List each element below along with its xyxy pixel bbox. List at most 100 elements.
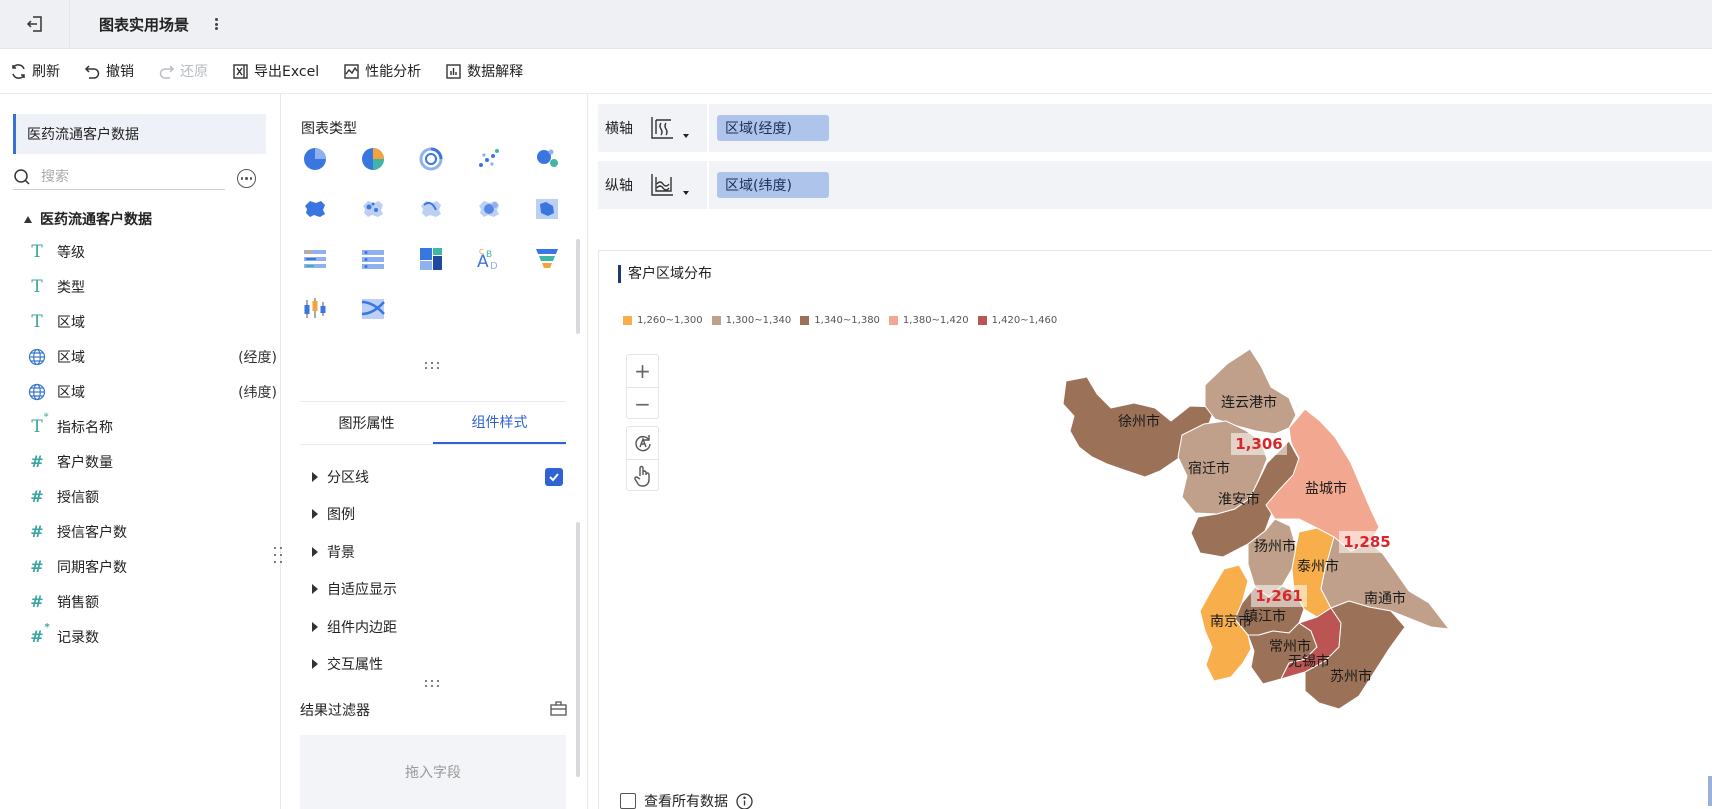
refresh-button[interactable]: 刷新 <box>10 61 60 81</box>
axis-continuous-icon <box>651 117 673 139</box>
multi-pie-chart-icon <box>362 148 384 170</box>
redo-button[interactable]: 还原 <box>158 61 208 81</box>
undo-label: 撤销 <box>106 64 134 80</box>
dataset-selector[interactable]: 医药流通客户数据 <box>13 114 266 154</box>
data-explain-button[interactable]: 数据解释 <box>445 61 523 81</box>
chart-type-bubble[interactable] <box>526 138 568 180</box>
chart-type-donut[interactable] <box>410 138 452 180</box>
chart-type-region-map[interactable] <box>294 188 336 230</box>
ranking-list-icon <box>304 250 326 268</box>
chart-type-treemap[interactable] <box>410 238 452 280</box>
undo-button[interactable]: 撤销 <box>84 61 134 81</box>
globe-icon <box>27 347 47 367</box>
jiangsu-map: 徐州市连云港市宿迁市淮安市盐城市扬州市泰州市南通市南京市镇江市常州市无锡市苏州市… <box>1062 348 1451 710</box>
partition-line-checkbox[interactable] <box>545 467 563 486</box>
y-axis-type-selector[interactable] <box>641 161 697 209</box>
chart-type-candlestick[interactable] <box>294 288 336 330</box>
split-resize-handle[interactable] <box>425 362 443 372</box>
field-item[interactable]: # 授信额 <box>27 479 267 514</box>
properties-scrollbar[interactable] <box>576 522 580 777</box>
chart-types-scrollbar[interactable] <box>576 239 580 334</box>
prop-legend[interactable]: 图例 <box>312 496 564 534</box>
field-item[interactable]: # 同期客户数 <box>27 549 267 584</box>
point-map-icon <box>363 201 383 217</box>
svg-text:C: C <box>479 248 484 256</box>
expand-icon <box>312 546 318 557</box>
result-filter-title: 结果过滤器 <box>300 703 370 719</box>
x-axis-field-pill[interactable]: 区域(经度) <box>717 115 829 141</box>
field-label: 客户数量 <box>57 454 113 471</box>
field-item[interactable]: # 销售额 <box>27 584 267 619</box>
number-calc-icon: # * <box>30 622 50 646</box>
city-label: 镇江市 <box>1244 608 1286 625</box>
filter-toolbox-icon[interactable] <box>550 701 567 720</box>
prop-partition-line[interactable]: 分区线 <box>312 458 564 496</box>
prop-background[interactable]: 背景 <box>312 533 564 571</box>
field-item[interactable]: T * 指标名称 <box>27 409 267 444</box>
chart-type-flow-map[interactable] <box>410 188 452 230</box>
chart-type-funnel[interactable] <box>526 238 568 280</box>
x-axis-type-selector[interactable] <box>641 104 697 152</box>
chart-resize-handle[interactable] <box>1708 776 1712 806</box>
excel-icon <box>233 63 248 79</box>
chart-type-kpi-list[interactable] <box>352 238 394 280</box>
more-options-icon[interactable] <box>237 169 256 188</box>
field-item[interactable]: # * 记录数 <box>27 619 267 654</box>
chart-type-ranking[interactable] <box>294 238 336 280</box>
tab-component-style[interactable]: 组件样式 <box>433 402 566 444</box>
chart-type-heat-map[interactable] <box>468 188 510 230</box>
dataset-panel: 医药流通客户数据 医药流通客户数据 T等级T类型T区域区域(经度)区域(纬度)T… <box>0 94 282 809</box>
treemap-icon <box>420 248 442 270</box>
svg-text:D: D <box>490 261 498 272</box>
chart-type-word-cloud[interactable]: ABDC <box>468 238 510 280</box>
chart-type-scatter[interactable] <box>468 138 510 180</box>
field-item[interactable]: T 区域 <box>27 304 267 339</box>
dropdown-arrow-icon <box>683 191 689 195</box>
prop-label: 交互属性 <box>327 657 383 674</box>
chart-type-sankey[interactable] <box>352 288 394 330</box>
prop-label: 图例 <box>327 507 355 524</box>
expand-icon <box>312 471 318 482</box>
chart-type-pie[interactable] <box>294 138 336 180</box>
filter-resize-handle[interactable] <box>425 680 443 690</box>
donut-chart-icon <box>419 147 443 171</box>
prop-component-padding[interactable]: 组件内边距 <box>312 608 564 646</box>
field-item[interactable]: # 客户数量 <box>27 444 267 479</box>
y-axis-label: 纵轴 <box>605 178 633 194</box>
field-label: 销售额 <box>57 594 99 611</box>
view-all-checkbox[interactable] <box>620 793 636 809</box>
field-label: 区域 <box>57 384 85 401</box>
number-icon: # <box>30 522 44 541</box>
chart-type-area-map[interactable] <box>526 188 568 230</box>
field-label: 区域 <box>57 349 85 366</box>
prop-adaptive-display[interactable]: 自适应显示 <box>312 571 564 609</box>
export-excel-button[interactable]: 导出Excel <box>232 61 319 81</box>
field-item[interactable]: 区域 (纬度) <box>27 374 277 409</box>
field-item[interactable]: T 等级 <box>27 234 267 269</box>
city-label: 宿迁市 <box>1188 460 1230 477</box>
x-axis-label: 横轴 <box>605 121 633 137</box>
info-icon[interactable] <box>736 792 753 809</box>
city-label: 淮安市 <box>1218 491 1260 508</box>
chart-type-multi-pie[interactable] <box>352 138 394 180</box>
performance-analysis-button[interactable]: 性能分析 <box>343 61 421 81</box>
prop-interaction[interactable]: 交互属性 <box>312 646 564 684</box>
prop-label: 分区线 <box>327 469 369 486</box>
redo-label: 还原 <box>180 64 208 80</box>
field-item[interactable]: # 授信客户数 <box>27 514 267 549</box>
text-calc-icon: T * <box>31 411 49 437</box>
tab-graphic-properties[interactable]: 图形属性 <box>300 402 433 444</box>
field-item[interactable]: 区域 (经度) <box>27 339 277 374</box>
field-label: 授信客户数 <box>57 524 127 541</box>
prop-label: 自适应显示 <box>327 582 397 599</box>
search-input[interactable] <box>41 169 211 185</box>
filter-drop-zone[interactable]: 拖入字段 <box>300 735 566 809</box>
exit-button[interactable] <box>0 0 70 49</box>
field-item[interactable]: T 类型 <box>27 269 267 304</box>
y-axis-field-pill[interactable]: 区域(纬度) <box>717 172 829 198</box>
more-menu-icon[interactable] <box>211 15 221 33</box>
number-icon: # <box>30 487 44 506</box>
map-region[interactable] <box>1204 348 1297 435</box>
chart-type-point-map[interactable] <box>352 188 394 230</box>
tree-root-dataset[interactable]: 医药流通客户数据 <box>24 209 152 229</box>
